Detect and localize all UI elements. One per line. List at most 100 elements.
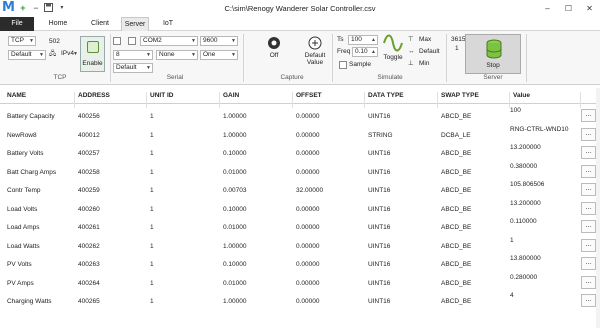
header-address[interactable]: ADDRESS [78, 92, 110, 99]
more-button[interactable]: ... [581, 238, 596, 252]
cell-offset[interactable]: 0.00000 [296, 298, 320, 305]
tab-client[interactable]: Client [86, 17, 114, 31]
cell-offset[interactable]: 0.00000 [296, 132, 320, 139]
cell-data-type[interactable]: UINT16 [368, 243, 390, 250]
cell-value[interactable]: 1 [510, 237, 514, 244]
cell-value[interactable]: 105.806506 [510, 181, 544, 188]
cell-data-type[interactable]: UINT16 [368, 298, 390, 305]
cell-name[interactable]: Battery Capacity [7, 113, 55, 120]
default-value-button[interactable]: Default Value [300, 36, 330, 66]
cell-name[interactable]: Charging Watts [7, 298, 52, 305]
serial-mode-select[interactable]: Default ▼ [113, 63, 153, 73]
serial-enable-checkbox[interactable] [113, 37, 121, 45]
tab-file[interactable]: File [0, 17, 34, 31]
cell-gain[interactable]: 0.10000 [223, 261, 247, 268]
cell-gain[interactable]: 1.00000 [223, 243, 247, 250]
table-row[interactable]: Batt Charg Amps 400258 1 0.01000 0.00000 UINT… [0, 162, 600, 180]
sample-checkbox[interactable] [339, 61, 347, 69]
cell-name[interactable]: Load Watts [7, 243, 40, 250]
more-button[interactable]: ... [581, 127, 596, 141]
cell-swap-type[interactable]: ABCD_BE [441, 224, 471, 231]
cell-data-type[interactable]: UINT16 [368, 150, 390, 157]
cell-name[interactable]: Load Volts [7, 206, 37, 213]
cell-name[interactable]: PV Amps [7, 280, 34, 287]
cell-address[interactable]: 400260 [78, 206, 100, 213]
cell-swap-type[interactable]: DCBA_LE [441, 132, 471, 139]
table-row[interactable]: Charging Watts 400265 1 1.00000 0.00000 UINT1… [0, 291, 600, 309]
cell-address[interactable]: 400256 [78, 113, 100, 120]
header-value[interactable]: Value [513, 92, 530, 99]
cell-address[interactable]: 400259 [78, 187, 100, 194]
cell-offset[interactable]: 0.00000 [296, 169, 320, 176]
header-data-type[interactable]: DATA TYPE [368, 92, 404, 99]
table-row[interactable]: PV Amps 400264 1 0.01000 0.00000 UINT16 ABCD_B… [0, 273, 600, 291]
cell-unit-id[interactable]: 1 [150, 113, 154, 120]
cell-name[interactable]: Batt Charg Amps [7, 169, 56, 176]
cell-gain[interactable]: 0.00703 [223, 187, 247, 194]
maximize-icon[interactable]: ☐ [558, 0, 579, 17]
cell-offset[interactable]: 0.00000 [296, 261, 320, 268]
cell-value[interactable]: 13.200000 [510, 144, 541, 151]
cell-offset[interactable]: 32.00000 [296, 187, 323, 194]
cell-data-type[interactable]: UINT16 [368, 261, 390, 268]
cell-data-type[interactable]: UINT16 [368, 206, 390, 213]
table-row[interactable]: Load Watts 400262 1 1.00000 0.00000 UINT16 ABC… [0, 236, 600, 254]
cell-swap-type[interactable]: ABCD_BE [441, 150, 471, 157]
cell-gain[interactable]: 0.01000 [223, 280, 247, 287]
cell-offset[interactable]: 0.00000 [296, 243, 320, 250]
header-gain[interactable]: GAIN [223, 92, 239, 99]
table-row[interactable]: NewRow8 400012 1 1.00000 0.00000 STRING DCBA_L… [0, 125, 600, 143]
cell-swap-type[interactable]: ABCD_BE [441, 261, 471, 268]
stop-button[interactable]: Stop [465, 34, 521, 74]
cell-swap-type[interactable]: ABCD_BE [441, 206, 471, 213]
enable-button[interactable]: Enable [80, 36, 105, 72]
table-row[interactable]: Load Volts 400260 1 0.10000 0.00000 UINT16 ABC… [0, 199, 600, 217]
cell-value[interactable]: 100 [510, 107, 521, 114]
cell-address[interactable]: 400012 [78, 132, 100, 139]
cell-address[interactable]: 400263 [78, 261, 100, 268]
vertical-scrollbar[interactable] [596, 88, 600, 328]
stop-bits-select[interactable]: One ▼ [200, 50, 238, 60]
cell-value[interactable]: RNG-CTRL-WND10 [510, 126, 569, 133]
header-offset[interactable]: OFFSET [296, 92, 322, 99]
cell-gain[interactable]: 1.00000 [223, 298, 247, 305]
cell-offset[interactable]: 0.00000 [296, 206, 320, 213]
cell-data-type[interactable]: UINT16 [368, 169, 390, 176]
table-row[interactable]: Battery Capacity 400256 1 1.00000 0.00000 UIN… [0, 106, 600, 124]
cell-unit-id[interactable]: 1 [150, 261, 154, 268]
more-button[interactable]: ... [581, 220, 596, 233]
cell-address[interactable]: 400265 [78, 298, 100, 305]
tab-iot[interactable]: IoT [158, 17, 178, 31]
cell-address[interactable]: 400257 [78, 150, 100, 157]
tcp-mode-select[interactable]: Default ▼ [8, 50, 46, 60]
cell-gain[interactable]: 0.10000 [223, 150, 247, 157]
cell-address[interactable]: 400261 [78, 224, 100, 231]
cell-value[interactable]: 13.200000 [510, 200, 541, 207]
min-button[interactable]: Min [419, 59, 429, 68]
tab-home[interactable]: Home [44, 17, 72, 31]
cell-data-type[interactable]: UINT16 [368, 187, 390, 194]
cell-gain[interactable]: 1.00000 [223, 132, 247, 139]
cell-data-type[interactable]: UINT16 [368, 113, 390, 120]
cell-swap-type[interactable]: ABCD_BE [441, 243, 471, 250]
more-button[interactable]: ... [581, 201, 596, 215]
baud-rate-select[interactable]: 9600 ▼ [200, 36, 238, 46]
serial-port-select[interactable]: COM2 ▼ [140, 36, 198, 46]
cell-value[interactable]: 0.280000 [510, 274, 537, 281]
cell-swap-type[interactable]: ABCD_BE [441, 298, 471, 305]
cell-value[interactable]: 0.380000 [510, 163, 537, 170]
cell-address[interactable]: 400262 [78, 243, 100, 250]
header-unit-id[interactable]: UNIT ID [150, 92, 173, 99]
more-button[interactable]: ... [581, 257, 596, 270]
cell-gain[interactable]: 0.01000 [223, 169, 247, 176]
cell-unit-id[interactable]: 1 [150, 280, 154, 287]
tcp-port-field[interactable]: 502 [49, 37, 60, 46]
data-bits-select[interactable]: 8 ▼ [113, 50, 153, 60]
max-button[interactable]: Max [419, 35, 431, 44]
cell-gain[interactable]: 0.01000 [223, 224, 247, 231]
toggle-button[interactable]: Toggle [381, 34, 405, 61]
cell-unit-id[interactable]: 1 [150, 132, 154, 139]
cell-swap-type[interactable]: ABCD_BE [441, 169, 471, 176]
cell-unit-id[interactable]: 1 [150, 224, 154, 231]
cell-name[interactable]: NewRow8 [7, 132, 37, 139]
